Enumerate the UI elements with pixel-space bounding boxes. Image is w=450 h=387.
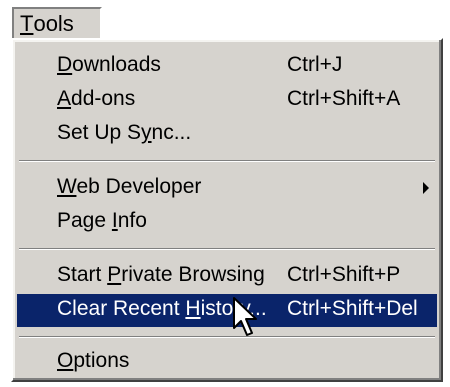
- menu-item-label: Page Info: [57, 209, 147, 232]
- chevron-right-icon: [423, 182, 429, 194]
- menu-item-label: Add-ons: [57, 87, 136, 110]
- menu-item-set-up-sync[interactable]: Set Up Sync...: [17, 118, 437, 151]
- menubar-tools[interactable]: Tools: [12, 7, 102, 39]
- menu-item-options[interactable]: Options: [17, 346, 437, 379]
- tools-mnemonic: T: [20, 11, 34, 36]
- menu-item-shortcut: Ctrl+Shift+Del: [287, 297, 418, 320]
- menu-item-label: Web Developer: [57, 175, 202, 198]
- menu-separator: [19, 248, 435, 250]
- menu-item-label: Set Up Sync...: [57, 121, 192, 144]
- tools-label-rest: ools: [33, 11, 74, 36]
- tools-menu: Downloads Ctrl+J Add-ons Ctrl+Shift+A Se…: [11, 38, 443, 382]
- menu-item-web-developer[interactable]: Web Developer: [17, 172, 437, 205]
- menu-item-label: Options: [57, 349, 130, 372]
- menu-item-shortcut: Ctrl+Shift+A: [287, 87, 401, 110]
- menu-item-shortcut: Ctrl+Shift+P: [287, 263, 401, 286]
- menu-item-label: Start Private Browsing: [57, 263, 265, 286]
- menu-item-clear-recent-history[interactable]: Clear Recent History... Ctrl+Shift+Del: [17, 294, 437, 327]
- menu-separator: [19, 160, 435, 162]
- menu-item-add-ons[interactable]: Add-ons Ctrl+Shift+A: [17, 84, 437, 117]
- arrow-pointer-icon: [233, 297, 257, 336]
- menu-item-shortcut: Ctrl+J: [287, 53, 343, 76]
- menu-separator: [19, 336, 435, 338]
- menu-item-downloads[interactable]: Downloads Ctrl+J: [17, 50, 437, 83]
- menu-item-label: Downloads: [57, 53, 161, 76]
- menu-item-page-info[interactable]: Page Info: [17, 206, 437, 239]
- menu-item-private-browsing[interactable]: Start Private Browsing Ctrl+Shift+P: [17, 260, 437, 293]
